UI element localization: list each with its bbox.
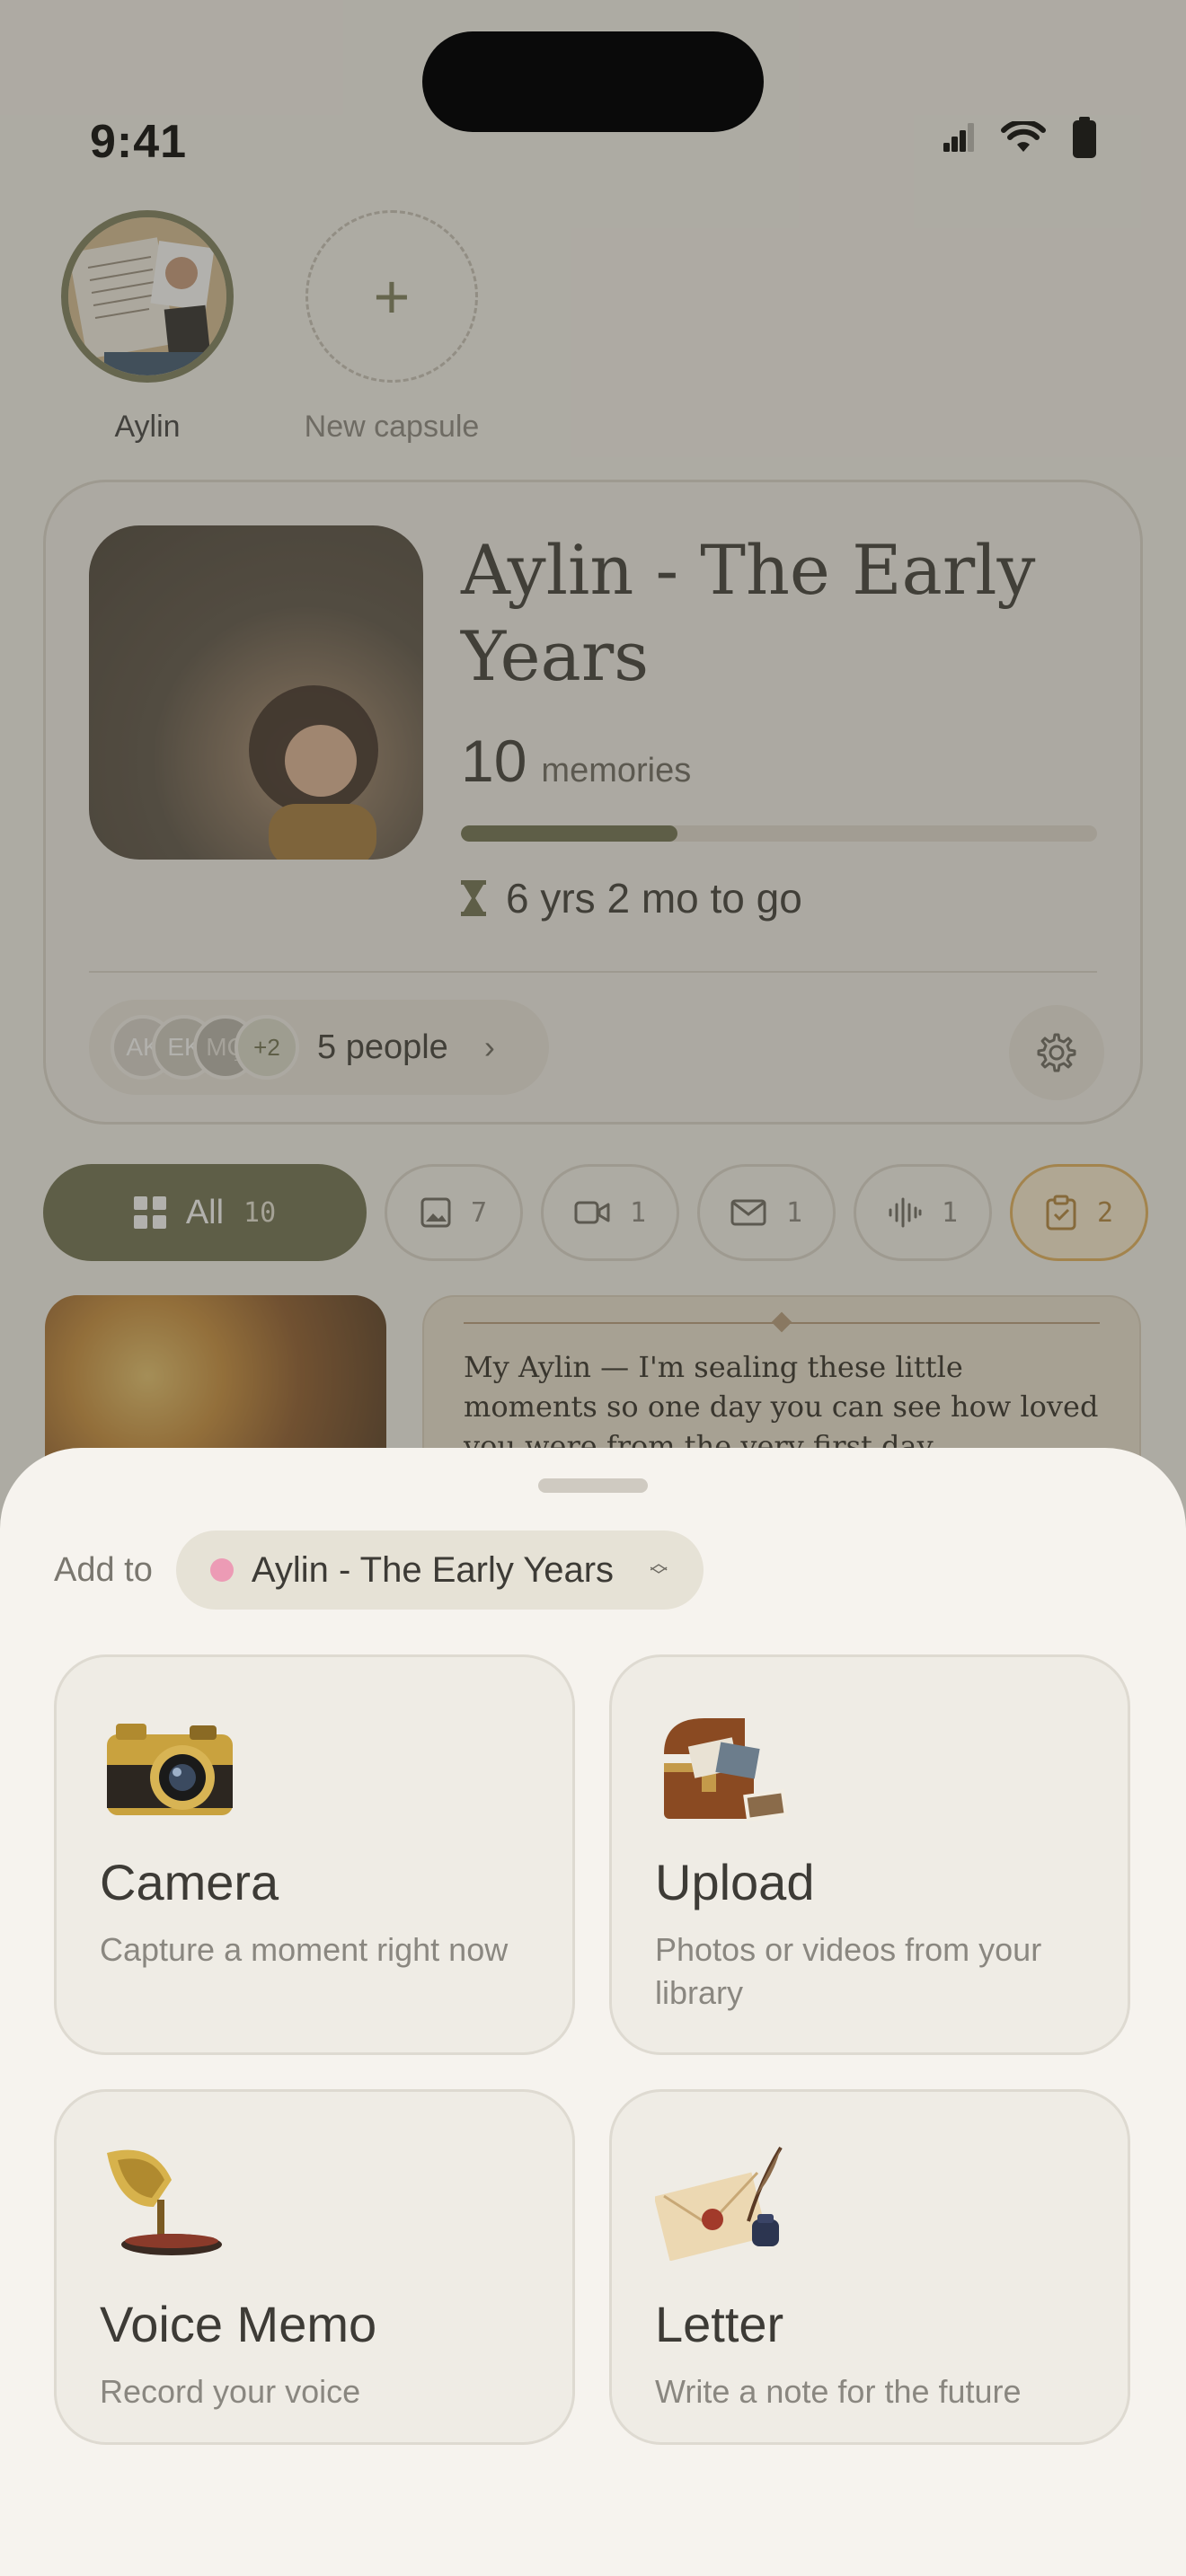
upload-option-title: Upload [655, 1854, 815, 1910]
add-to-row: Add to Aylin - The Early Years ︿ ﹀ [54, 1531, 704, 1610]
camera-option-description: Capture a moment right now [100, 1931, 509, 1968]
gramophone-icon [107, 2149, 222, 2255]
add-memory-sheet: Add to Aylin - The Early Years ︿ ﹀ Camera… [0, 1448, 1186, 2576]
capsule-color-dot [209, 1558, 234, 1582]
camera-icon [107, 1724, 233, 1815]
camera-option[interactable]: Camera Capture a moment right now [54, 1654, 575, 2055]
upload-option-description: Photos or videos from your library [655, 1931, 1042, 2011]
letter-option-title: Letter [655, 2296, 784, 2352]
capsule-selector[interactable]: Aylin - The Early Years ︿ ﹀ [175, 1531, 704, 1610]
voice-memo-option-description: Record your voice [100, 2373, 361, 2410]
voice-memo-option-title: Voice Memo [100, 2296, 377, 2352]
treasure-chest-icon [664, 1718, 788, 1822]
voice-memo-option[interactable]: Voice Memo Record your voice [54, 2089, 575, 2445]
chevron-up-down-icon: ︿ ﹀ [650, 1554, 668, 1586]
capsule-selector-name: Aylin - The Early Years [251, 1549, 615, 1590]
sealed-letter-icon [655, 2146, 783, 2261]
add-options-grid: Camera Capture a moment right now Upload… [54, 1654, 1132, 2445]
add-to-label: Add to [54, 1550, 153, 1589]
sheet-grabber[interactable] [538, 1478, 648, 1493]
letter-option-description: Write a note for the future [655, 2373, 1022, 2410]
letter-option[interactable]: Letter Write a note for the future [609, 2089, 1130, 2445]
camera-option-title: Camera [100, 1854, 279, 1910]
upload-option[interactable]: Upload Photos or videos from your librar… [609, 1654, 1130, 2055]
dynamic-island [422, 31, 764, 132]
